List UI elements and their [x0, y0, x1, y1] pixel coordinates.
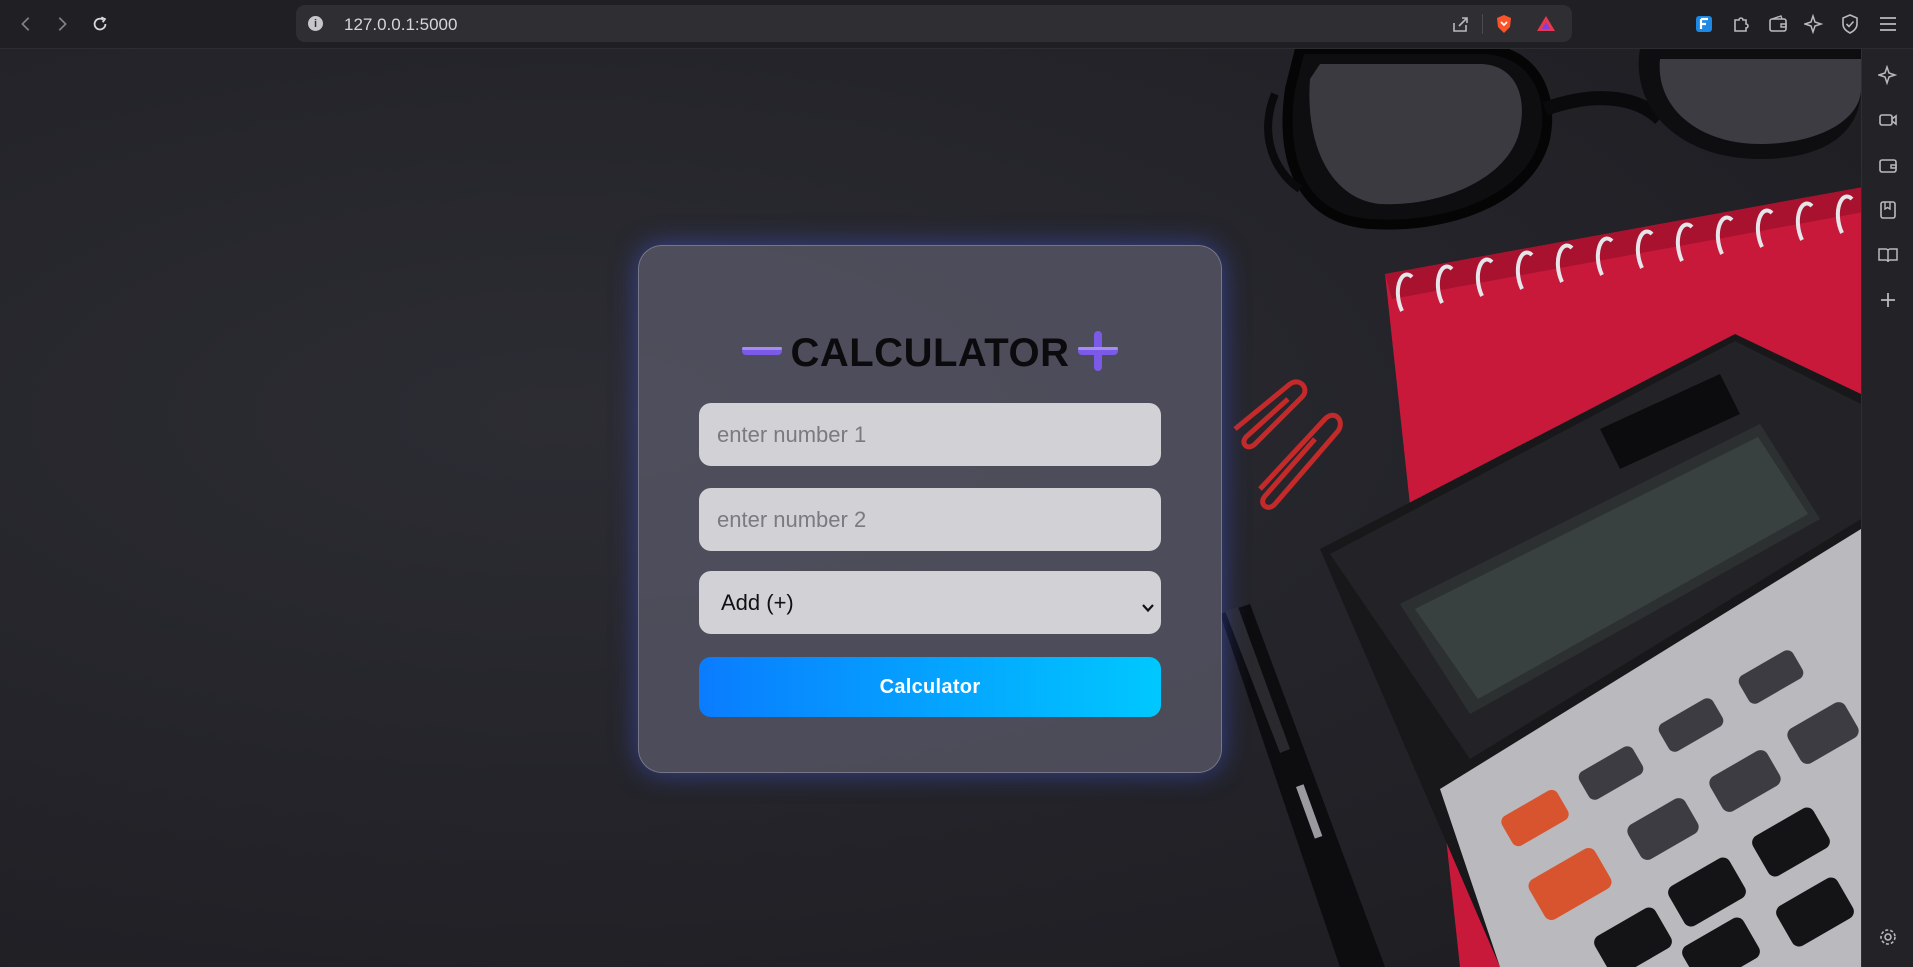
sidebar-add-icon[interactable]: [1876, 288, 1900, 312]
calculator-photo-shape: [1320, 334, 1861, 967]
back-icon[interactable]: [12, 10, 40, 38]
menu-icon[interactable]: [1876, 12, 1900, 36]
url-text[interactable]: 127.0.0.1:5000: [344, 15, 457, 35]
calculator-card: CALCULATOR Add (+) Calculator: [638, 245, 1222, 773]
sidebar-bookmarks-icon[interactable]: [1876, 198, 1900, 222]
vpn-shield-icon[interactable]: [1838, 12, 1862, 36]
site-info-icon[interactable]: i: [308, 16, 323, 31]
pen-shape: [1220, 604, 1385, 967]
number2-input[interactable]: [699, 488, 1161, 551]
sidebar-settings-icon[interactable]: [1876, 925, 1900, 949]
leo-ai-icon[interactable]: [1802, 12, 1826, 36]
glasses-shape: [1264, 49, 1861, 230]
extensions-puzzle-icon[interactable]: [1729, 12, 1753, 36]
operation-selected-value: Add (+): [721, 589, 794, 615]
reload-icon[interactable]: [86, 10, 114, 38]
brave-rewards-icon[interactable]: [1536, 14, 1556, 34]
number1-input[interactable]: [699, 403, 1161, 466]
calculator-title: CALCULATOR: [639, 328, 1221, 378]
browser-sidebar: [1861, 49, 1913, 967]
extension-f-icon[interactable]: [1692, 12, 1716, 36]
address-bar[interactable]: i 127.0.0.1:5000: [296, 5, 1572, 42]
plus-icon: [1076, 329, 1120, 378]
brave-shields-icon[interactable]: [1494, 14, 1514, 34]
forward-icon[interactable]: [48, 10, 76, 38]
calculate-button[interactable]: Calculator: [699, 657, 1161, 717]
chevron-down-icon: [1141, 595, 1155, 613]
wallet-icon[interactable]: [1766, 12, 1790, 36]
browser-toolbar: i 127.0.0.1:5000: [0, 0, 1913, 49]
sidebar-talk-icon[interactable]: [1876, 108, 1900, 132]
sidebar-reading-list-icon[interactable]: [1876, 243, 1900, 267]
sidebar-wallet-icon[interactable]: [1876, 153, 1900, 177]
sidebar-leo-icon[interactable]: [1876, 63, 1900, 87]
page-viewport: CALCULATOR Add (+) Calculator: [0, 49, 1861, 967]
operation-select[interactable]: Add (+): [699, 571, 1161, 634]
share-icon[interactable]: [1450, 14, 1470, 34]
paper-clips-shape: [1233, 379, 1343, 510]
minus-icon: [740, 341, 784, 366]
page-title: CALCULATOR: [790, 330, 1070, 375]
address-bar-divider: [1482, 14, 1483, 34]
